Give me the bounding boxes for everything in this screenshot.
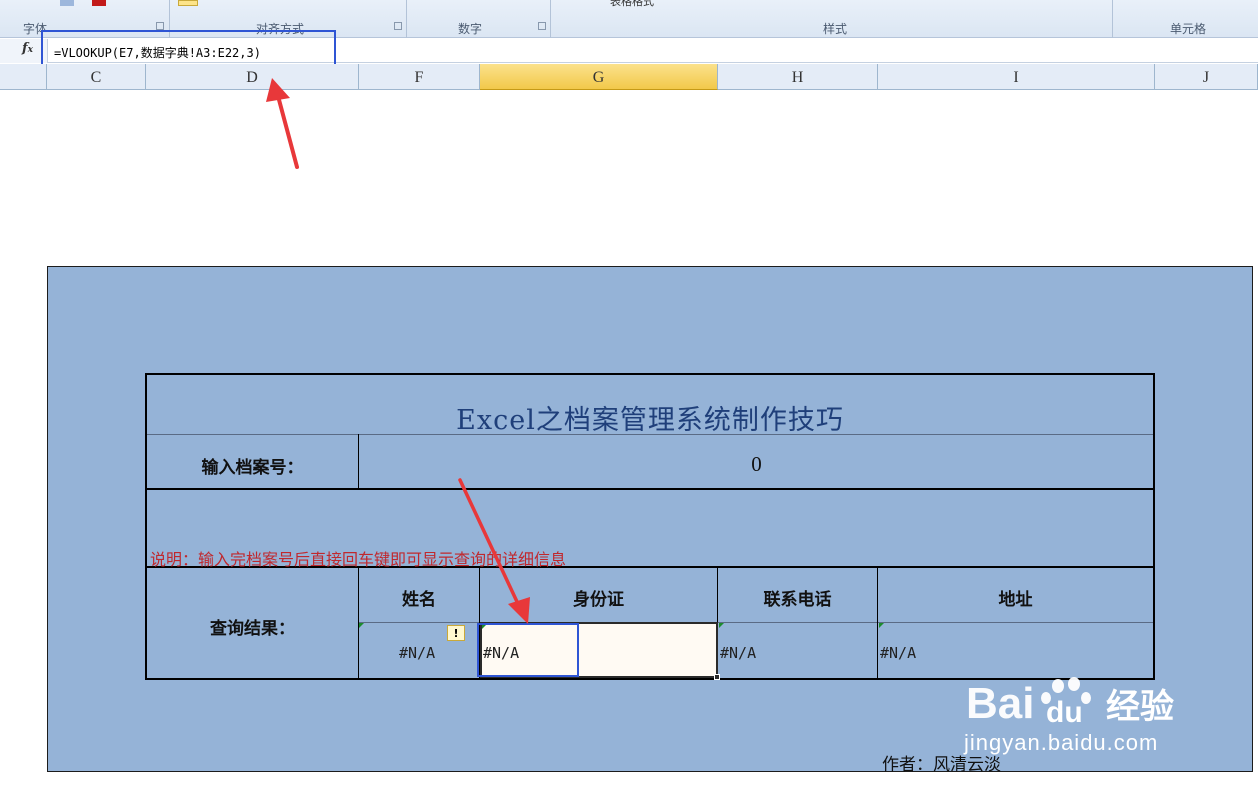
error-indicator-icon <box>359 623 364 628</box>
ribbon-group-styles: 样式 <box>822 22 847 36</box>
column-header-i[interactable]: I <box>878 64 1155 90</box>
font-color-icon[interactable] <box>92 0 106 6</box>
svg-text:Bai: Bai <box>966 679 1034 728</box>
input-label: 输入档案号： <box>201 458 304 478</box>
watermark-url: jingyan.baidu.com <box>964 730 1159 755</box>
ribbon-divider <box>550 0 551 38</box>
column-header-f[interactable]: F <box>359 64 480 90</box>
font-launcher-icon[interactable] <box>156 22 164 30</box>
value-name-cell[interactable]: #N/A <box>399 644 435 662</box>
svg-text:du: du <box>1046 696 1083 729</box>
table-col-line <box>877 567 878 679</box>
header-address: 地址 <box>998 590 1033 610</box>
ribbon-divider <box>1112 0 1113 38</box>
highlight-icon[interactable] <box>178 0 198 6</box>
svg-text:经验: 经验 <box>1106 687 1174 727</box>
alignment-launcher-icon[interactable] <box>394 22 402 30</box>
number-launcher-icon[interactable] <box>538 22 546 30</box>
ribbon-group-number: 数字 <box>457 22 482 36</box>
error-indicator-icon <box>879 623 884 628</box>
result-label: 查询结果： <box>210 619 295 639</box>
baidu-jingyan-logo: Bai du 经验 <box>966 677 1174 729</box>
input-cell[interactable]: 0 <box>359 452 1154 477</box>
cell-highlight-box <box>477 623 579 677</box>
ribbon-group-cells: 单元格 <box>1169 22 1206 36</box>
instruction-note: 说明：输入完档案号后直接回车键即可显示查询的详细信息 <box>150 550 567 569</box>
column-header-h[interactable]: H <box>718 64 878 90</box>
column-header-partial[interactable] <box>0 64 47 90</box>
table-row-line <box>147 488 1153 490</box>
table-border-top <box>145 373 1155 375</box>
error-indicator-icon <box>719 623 724 628</box>
ribbon-divider <box>406 0 407 38</box>
sheet-title: Excel之档案管理系统制作技巧 <box>456 405 844 436</box>
fill-handle[interactable] <box>714 674 720 680</box>
column-header-j[interactable]: J <box>1155 64 1258 90</box>
header-id-card: 身份证 <box>573 590 624 610</box>
header-phone: 联系电话 <box>763 590 832 610</box>
column-header-c[interactable]: C <box>47 64 146 90</box>
column-header-d[interactable]: D <box>146 64 359 90</box>
error-warning-icon[interactable]: ! <box>447 625 465 641</box>
table-format-button[interactable]: 表格格式 <box>610 0 654 9</box>
value-phone-cell[interactable]: #N/A <box>720 644 756 662</box>
insert-function-icon[interactable]: fx <box>22 41 33 56</box>
column-header-g[interactable]: G <box>480 64 718 90</box>
header-name: 姓名 <box>402 590 436 610</box>
value-address-cell[interactable]: #N/A <box>880 644 916 662</box>
fill-color-icon[interactable] <box>60 0 74 6</box>
